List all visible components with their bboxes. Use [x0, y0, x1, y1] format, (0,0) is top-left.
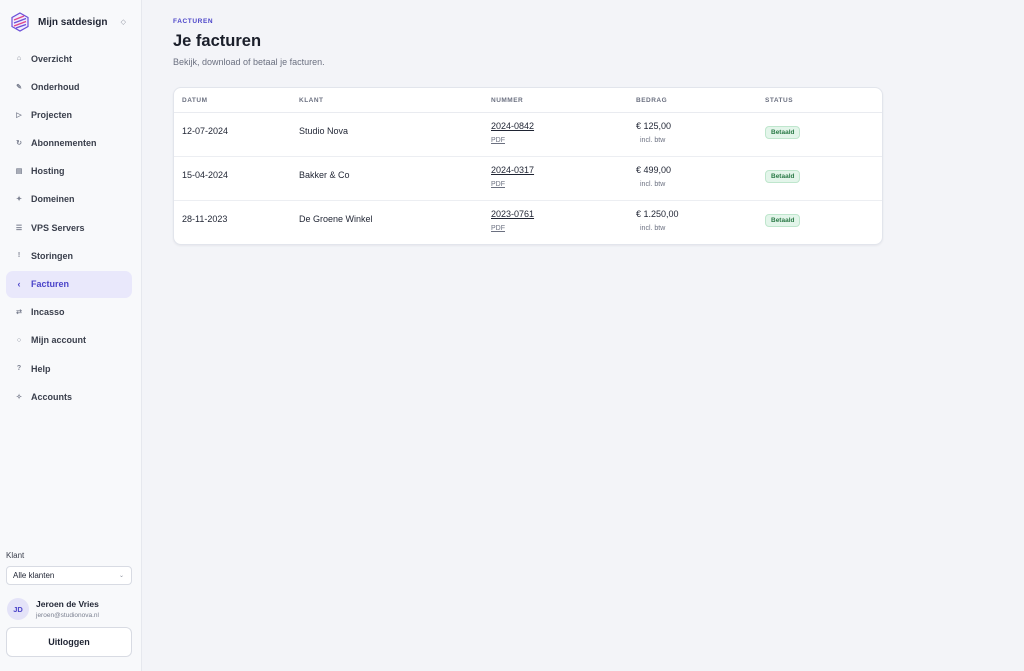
sidebar-item-facturen[interactable]: ‹ Facturen [6, 270, 132, 298]
status-badge: Betaald [765, 126, 801, 139]
sidebar-item-label: Incasso [31, 307, 65, 318]
sidebar-item-abonnementen[interactable]: ↻ Abonnementen [6, 130, 132, 157]
invoice-client: Studio Nova [299, 126, 349, 136]
sidebar-item-incasso[interactable]: ⇄ Incasso [6, 299, 132, 326]
invoice-btw-note: incl. btw [640, 137, 666, 144]
invoice-client: De Groene Winkel [299, 214, 373, 224]
transfer-icon: ⇄ [16, 309, 22, 317]
sidebar-item-label: Facturen [31, 279, 70, 289]
sidebar-item-label: Domeinen [31, 194, 75, 205]
invoice-amount: € 125,00 [636, 121, 672, 131]
logout-button[interactable]: Uitloggen [6, 627, 132, 657]
sidebar-item-label: Help [31, 363, 51, 374]
page-title: Je facturen [173, 32, 262, 50]
sidebar-item-label: Hosting [31, 166, 65, 177]
klant-label: Klant [6, 551, 25, 560]
invoice-amount: € 1.250,00 [636, 209, 679, 219]
sidebar-item-label: Abonnementen [31, 138, 97, 149]
column-header-nummer: NUMMER [491, 97, 524, 104]
page-subtitle: Bekijk, download of betaal je facturen. [173, 57, 325, 67]
list-icon: ☰ [15, 224, 23, 232]
pdf-download-link[interactable]: PDF [491, 181, 505, 188]
sidebar-item-vps-servers[interactable]: ☰ VPS Servers [6, 214, 132, 241]
pdf-download-link[interactable]: PDF [491, 137, 505, 144]
column-header-status: STATUS [765, 97, 794, 104]
home-icon: ⌂ [16, 55, 22, 62]
sidebar-item-label: Accounts [31, 391, 73, 402]
chevron-down-icon: ⌄ [118, 573, 124, 579]
klant-select-value: Alle klanten [13, 571, 55, 580]
avatar: JD [7, 598, 29, 620]
invoice-btw-note: incl. btw [640, 181, 666, 188]
sidebar-item-label: Storingen [31, 250, 73, 261]
sidebar-item-help[interactable]: ? Help [6, 355, 132, 382]
invoice-number-link[interactable]: 2024-0317 [491, 165, 534, 175]
table-row: 28-11-2023 De Groene Winkel 2023-0761 PDF € … [174, 201, 882, 244]
table-header: DATUM KLANT NUMMER BEDRAG STATUS [174, 88, 882, 113]
column-header-datum: DATUM [182, 97, 208, 104]
server-icon: ▤ [15, 168, 23, 176]
user-icon: ○ [16, 336, 22, 344]
wrench-icon: ✎ [16, 83, 22, 91]
invoice-client: Bakker & Co [299, 170, 350, 180]
chevron-left-icon: ‹ [17, 279, 21, 289]
sidebar-item-mijn-account[interactable]: ○ Mijn account [6, 327, 132, 354]
user-name: Jeroen de Vries [36, 599, 99, 609]
alert-icon: ! [17, 252, 21, 260]
invoice-date: 15-04-2024 [182, 170, 229, 180]
sidebar-item-storingen[interactable]: ! Storingen [6, 242, 132, 269]
brand-switcher[interactable]: Mijn satdesign ◇ [10, 11, 130, 33]
column-header-klant: KLANT [299, 97, 324, 104]
table-body: 12-07-2024 Studio Nova 2024-0842 PDF € 125,0… [174, 113, 882, 244]
chevron-down-icon: ◇ [120, 19, 126, 26]
sidebar-item-label: Mijn account [31, 335, 87, 346]
sidebar-item-overzicht[interactable]: ⌂ Overzicht [6, 45, 132, 72]
sidebar: Mijn satdesign ◇ ⌂ Overzicht ✎ Onderhoud ▷ Pr… [0, 0, 142, 671]
klant-select[interactable]: Alle klanten ⌄ [6, 566, 132, 585]
user-profile: JD Jeroen de Vries jeroen@studionova.nl [7, 596, 133, 622]
sidebar-item-label: Onderhoud [31, 81, 80, 92]
status-badge: Betaald [765, 170, 801, 183]
play-icon: ▷ [16, 111, 22, 119]
invoice-number-link[interactable]: 2024-0842 [491, 121, 534, 131]
invoice-number-link[interactable]: 2023-0761 [491, 209, 534, 219]
table-row: 12-07-2024 Studio Nova 2024-0842 PDF € 125,0… [174, 113, 882, 157]
globe-icon: ✦ [16, 196, 22, 204]
sidebar-item-onderhoud[interactable]: ✎ Onderhoud [6, 73, 132, 100]
sidebar-nav: ⌂ Overzicht ✎ Onderhoud ▷ Projecten ↻ Abonnemen… [6, 45, 132, 411]
pdf-download-link[interactable]: PDF [491, 225, 505, 232]
user-email: jeroen@studionova.nl [36, 612, 99, 619]
brand-name: Mijn satdesign [38, 16, 108, 28]
invoice-amount: € 499,00 [636, 165, 672, 175]
column-header-bedrag: BEDRAG [636, 97, 668, 104]
sidebar-item-label: VPS Servers [31, 222, 85, 233]
status-badge: Betaald [765, 214, 801, 227]
table-row: 15-04-2024 Bakker & Co 2024-0317 PDF € 499,0… [174, 157, 882, 201]
invoice-date: 28-11-2023 [182, 214, 228, 224]
invoice-date: 12-07-2024 [182, 126, 229, 136]
refresh-icon: ↻ [16, 140, 22, 148]
help-icon: ? [16, 365, 22, 373]
sidebar-item-label: Projecten [31, 109, 73, 120]
sidebar-item-accounts[interactable]: ✧ Accounts [6, 383, 132, 410]
sidebar-item-label: Overzicht [31, 53, 73, 64]
sidebar-item-hosting[interactable]: ▤ Hosting [6, 158, 132, 185]
sidebar-item-projecten[interactable]: ▷ Projecten [6, 101, 132, 128]
sidebar-item-domeinen[interactable]: ✦ Domeinen [6, 186, 132, 213]
logo-icon [11, 12, 29, 32]
invoices-table: DATUM KLANT NUMMER BEDRAG STATUS 12-07-2… [173, 87, 883, 245]
page-eyebrow: FACTUREN [173, 18, 214, 25]
accounts-icon: ✧ [16, 393, 22, 401]
invoice-btw-note: incl. btw [640, 225, 666, 232]
